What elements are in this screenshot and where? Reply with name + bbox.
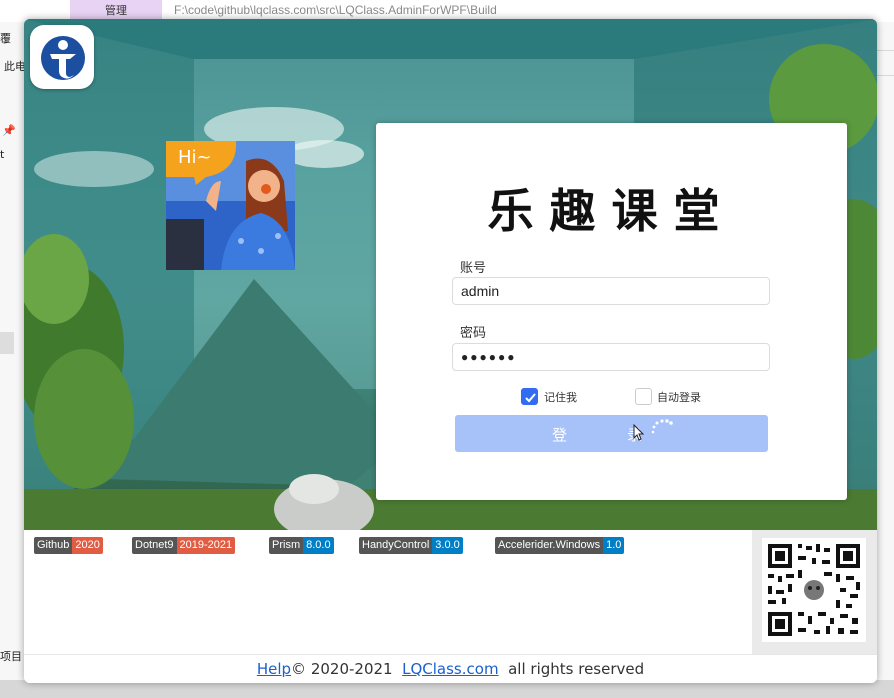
badge-value: 3.0.0 bbox=[432, 537, 463, 554]
explorer-nav-item[interactable]: 覆 bbox=[0, 30, 11, 46]
divider bbox=[877, 50, 894, 51]
badge-value: 8.0.0 bbox=[303, 537, 334, 554]
loading-spinner-icon bbox=[651, 419, 673, 434]
explorer-right-strip bbox=[877, 22, 894, 698]
hi-text: Hi~ bbox=[178, 147, 212, 168]
account-input[interactable]: admin bbox=[452, 277, 770, 305]
hero-background: Hi~ 乐趣课堂 账号 admin 密码 ●●●●●● 记住我 自动登录 登 bbox=[24, 19, 877, 530]
explorer-selected-row bbox=[0, 332, 14, 354]
rights-text: all rights reserved bbox=[508, 660, 645, 678]
explorer-path[interactable]: F:\code\github\lqclass.com\src\LQClass.A… bbox=[174, 3, 497, 17]
divider bbox=[877, 75, 894, 76]
badge-key: HandyControl bbox=[359, 537, 433, 554]
remember-checkbox[interactable] bbox=[521, 388, 538, 405]
account-label: 账号 bbox=[460, 261, 487, 276]
badge-accelerider[interactable]: Accelerider.Windows 1.0 bbox=[495, 537, 625, 554]
badge-key: Accelerider.Windows bbox=[495, 537, 604, 554]
badge-key: Dotnet9 bbox=[132, 537, 177, 554]
help-link[interactable]: Help bbox=[257, 660, 291, 678]
badge-value: 1.0 bbox=[603, 537, 625, 554]
autologin-checkbox[interactable] bbox=[635, 388, 652, 405]
badge-value: 2020 bbox=[72, 537, 103, 554]
password-label: 密码 bbox=[460, 326, 487, 341]
badge-handycontrol[interactable]: HandyControl 3.0.0 bbox=[359, 537, 463, 554]
mouse-cursor-icon bbox=[633, 424, 645, 441]
checkbox-checked-icon bbox=[525, 393, 536, 403]
remember-label[interactable]: 记住我 bbox=[544, 389, 577, 405]
badge-key: Prism bbox=[269, 537, 304, 554]
site-link[interactable]: LQClass.com bbox=[402, 660, 498, 678]
badge-github[interactable]: Github 2020 bbox=[34, 537, 103, 554]
copyright-text: © 2020-2021 bbox=[291, 660, 393, 678]
qr-code-icon bbox=[762, 538, 866, 642]
hi-greeting-image: Hi~ bbox=[166, 141, 295, 270]
login-window: Hi~ 乐趣课堂 账号 admin 密码 ●●●●●● 记住我 自动登录 登 G… bbox=[24, 19, 877, 683]
login-button-label: 登 bbox=[552, 426, 568, 444]
explorer-nav-item[interactable]: 项目 bbox=[0, 648, 22, 664]
pin-icon: 📌 bbox=[2, 124, 16, 137]
footer: Help© 2020-2021 LQClass.com all rights r… bbox=[24, 654, 877, 683]
login-button[interactable]: 登 录 bbox=[455, 415, 768, 452]
explorer-nav-item[interactable]: 此电 bbox=[4, 58, 26, 74]
badge-dotnet9[interactable]: Dotnet9 2019-2021 bbox=[132, 537, 236, 554]
badge-value: 2019-2021 bbox=[176, 537, 236, 554]
badge-prism[interactable]: Prism 8.0.0 bbox=[269, 537, 334, 554]
autologin-label[interactable]: 自动登录 bbox=[657, 389, 701, 405]
badge-key: Github bbox=[34, 537, 73, 554]
explorer-nav-item[interactable]: t bbox=[0, 148, 4, 161]
password-input[interactable]: ●●●●●● bbox=[452, 343, 770, 371]
login-card: 乐趣课堂 账号 admin 密码 ●●●●●● 记住我 自动登录 登 录 bbox=[376, 123, 847, 500]
app-logo-icon bbox=[30, 25, 94, 89]
app-title: 乐趣课堂 bbox=[487, 184, 736, 238]
